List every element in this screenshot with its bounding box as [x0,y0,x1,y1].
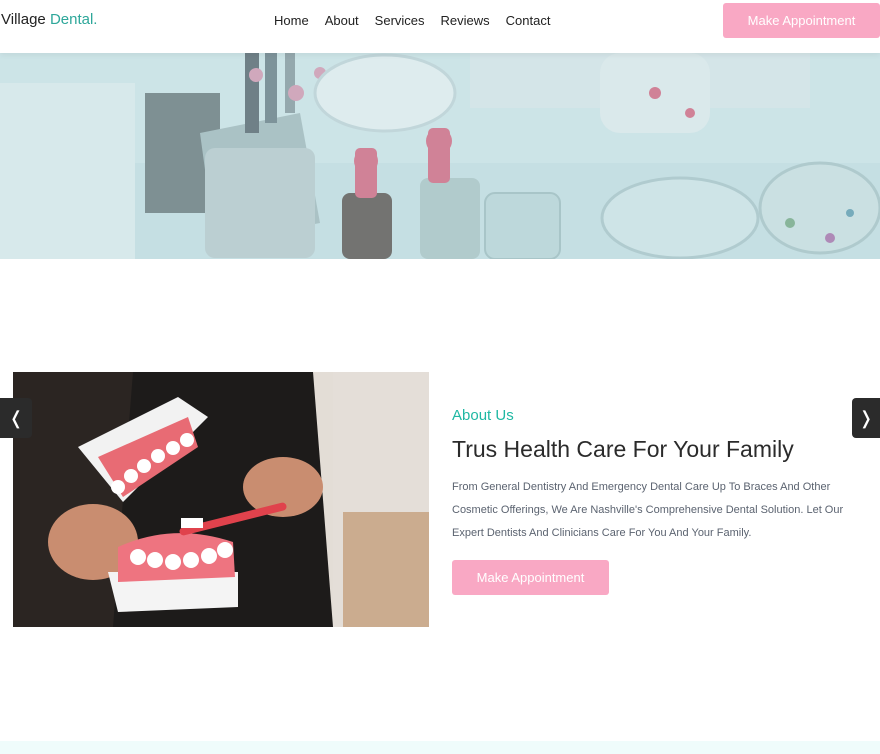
about-section-label: About Us [452,407,514,424]
nav-reviews[interactable]: Reviews [441,12,490,29]
logo-accent-text: Dental. [49,11,98,28]
nav-contact[interactable]: Contact [506,12,551,29]
next-section-background [0,741,880,754]
make-appointment-button[interactable]: Make Appointment [452,560,609,595]
carousel-prev-button[interactable]: ❬ [0,398,32,438]
dental-model-photo [13,372,429,627]
chevron-left-icon: ❬ [8,408,24,428]
nav-about[interactable]: About [325,12,359,29]
carousel-next-button[interactable]: ❭ [852,398,880,438]
site-header: Village Dental. Home About Services Revi… [0,0,880,53]
nav-home[interactable]: Home [274,12,309,29]
main-nav: Home About Services Reviews Contact [274,12,566,29]
site-logo[interactable]: Village Dental. [1,11,97,29]
hero-illustration [0,53,880,259]
nav-services[interactable]: Services [375,12,425,29]
chevron-right-icon: ❭ [858,408,874,428]
about-section-title: Trus Health Care For Your Family [452,436,794,462]
hero-banner-image [0,53,880,259]
logo-text: Village [1,11,50,28]
dental-model-illustration [13,372,429,627]
about-section-description: From General Dentistry And Emergency Den… [452,481,844,539]
make-appointment-header-button[interactable]: Make Appointment [723,3,880,38]
